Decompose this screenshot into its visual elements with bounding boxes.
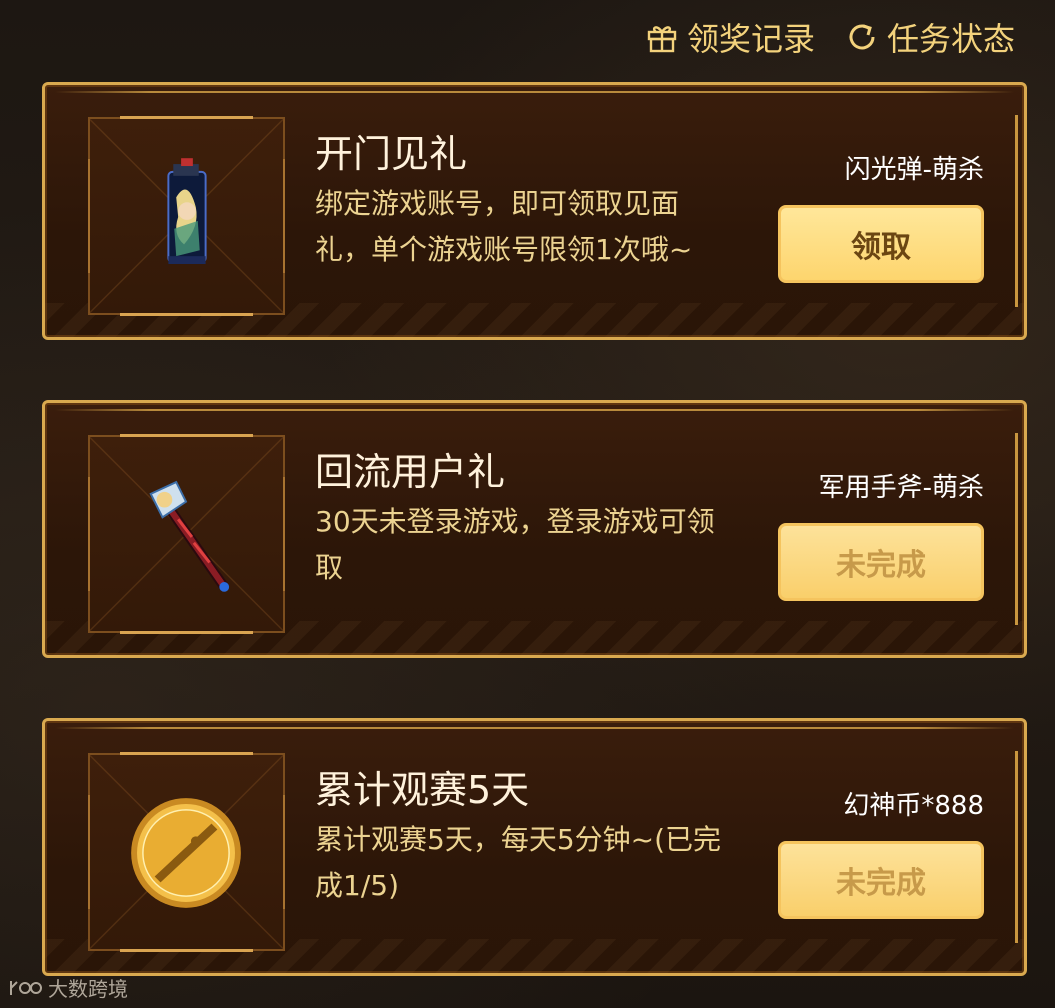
watermark-logo-icon	[10, 980, 42, 995]
reward-item-frame	[88, 116, 285, 316]
top-actions: 领奖记录 任务状态	[645, 14, 1015, 60]
watermark: 大数跨境	[8, 973, 128, 1002]
task-description: 30天未登录游戏，登录游戏可领取	[315, 505, 715, 584]
axe-icon	[149, 480, 230, 592]
task-status-label: 任务状态	[886, 20, 1015, 58]
task-status-link[interactable]: 任务状态	[845, 14, 1015, 60]
reward-item-frame	[88, 434, 285, 634]
reward-item-frame	[88, 752, 285, 952]
flashbang-icon	[167, 158, 207, 265]
task-card: 累计观赛5天 累计观赛5天，每天5分钟~(已完成1/5) 幻神币*888 未完成	[42, 718, 1027, 976]
task-title: 开门见礼	[315, 132, 468, 176]
coin-icon	[131, 798, 241, 908]
reward-name: 军用手斧-萌杀	[818, 473, 984, 503]
task-title: 累计观赛5天	[315, 768, 530, 812]
reward-records-label: 领奖记录	[686, 20, 815, 58]
task-description: 绑定游戏账号，即可领取见面礼，单个游戏账号限领1次哦~	[315, 187, 693, 266]
task-card: 开门见礼 绑定游戏账号，即可领取见面礼，单个游戏账号限领1次哦~ 闪光弹-萌杀 …	[42, 82, 1027, 340]
gift-icon	[647, 26, 677, 53]
card-edge	[1015, 433, 1018, 625]
refresh-icon	[849, 24, 875, 50]
task-card: 回流用户礼 30天未登录游戏，登录游戏可领取 军用手斧-萌杀 未完成	[42, 400, 1027, 658]
incomplete-button[interactable]: 未完成	[778, 841, 984, 919]
watermark-text: 大数跨境	[48, 977, 128, 1001]
incomplete-button[interactable]: 未完成	[778, 523, 984, 601]
claim-button[interactable]: 领取	[778, 205, 984, 283]
reward-name: 闪光弹-萌杀	[844, 155, 984, 185]
task-title: 回流用户礼	[315, 450, 506, 494]
card-edge	[1015, 115, 1018, 307]
task-description: 累计观赛5天，每天5分钟~(已完成1/5)	[315, 823, 722, 902]
card-edge	[1015, 751, 1018, 943]
reward-records-link[interactable]: 领奖记录	[645, 14, 815, 60]
reward-name: 幻神币*888	[843, 791, 984, 821]
